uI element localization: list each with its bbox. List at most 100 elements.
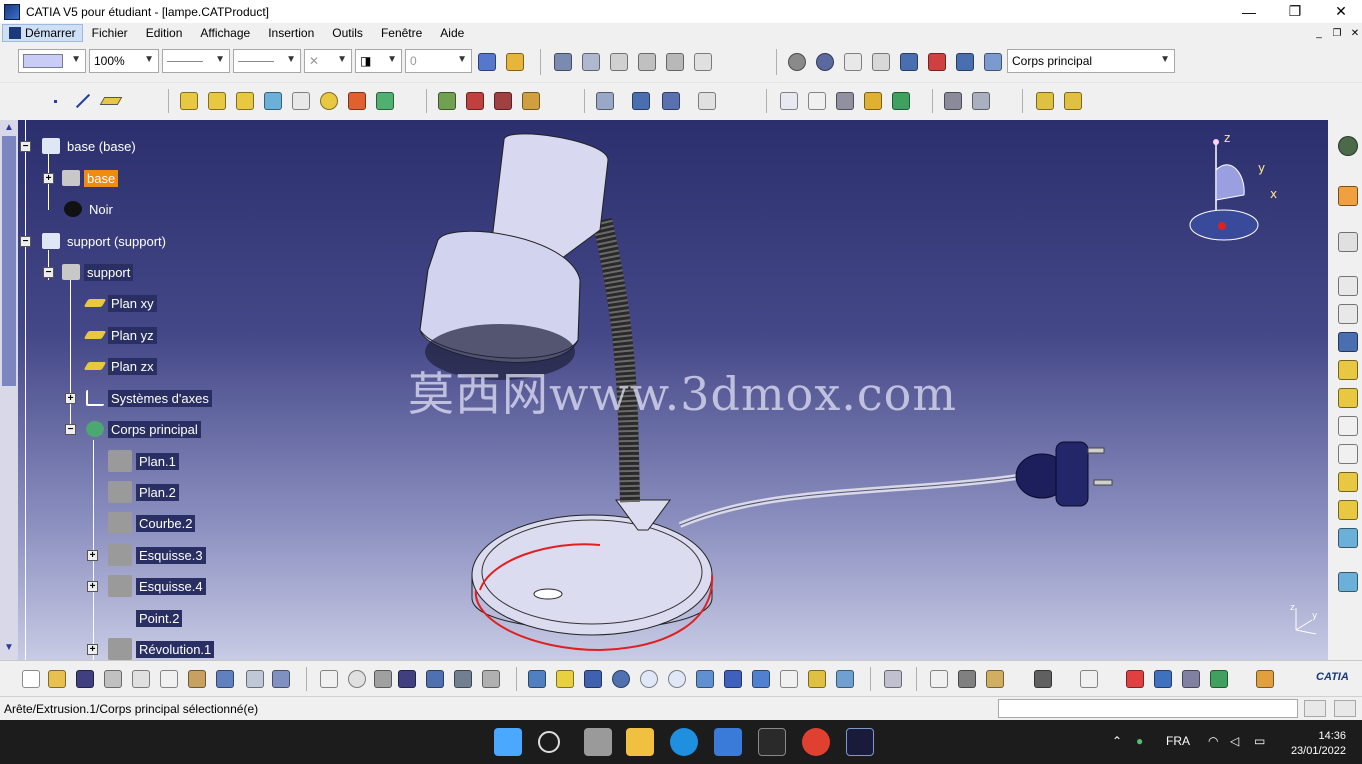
normal-view-button[interactable] [694,668,716,690]
file-explorer-icon[interactable] [626,728,654,756]
pocket-button[interactable] [206,90,228,112]
cylinder-button[interactable] [898,51,920,73]
law-button[interactable] [372,668,394,690]
paint-bucket-button[interactable] [504,51,526,73]
tree-node-base-part[interactable]: base [62,168,119,188]
workbench-button[interactable] [1254,668,1276,690]
point-button[interactable] [44,90,66,112]
stiffener-icon[interactable] [1338,444,1358,464]
3d-viewport[interactable]: ▲ ▼ base (base) − base + Noir support (s… [0,120,1328,660]
constraint-button[interactable] [926,51,948,73]
clock[interactable]: 14:36 23/01/2022 [1291,729,1346,759]
tree-expand-toggle[interactable]: + [43,173,54,184]
menu-affichage[interactable]: Affichage [191,26,259,40]
text-button[interactable] [778,90,800,112]
doc-restore-button[interactable]: ❐ [1328,25,1346,41]
redo-button[interactable] [244,668,266,690]
pad-button[interactable] [178,90,200,112]
command-input[interactable] [998,699,1298,718]
scroll-thumb[interactable] [2,136,16,386]
shading-button[interactable] [806,668,828,690]
groove-button[interactable] [262,90,284,112]
tree-collapse-toggle[interactable]: − [20,141,31,152]
zoom-out-button[interactable] [666,668,688,690]
measure-item-button[interactable] [956,668,978,690]
fit-all-button[interactable] [554,668,576,690]
open-button[interactable] [46,668,68,690]
chamfer-button[interactable] [464,90,486,112]
measure-button[interactable] [692,51,714,73]
zoom-in-button[interactable] [638,668,660,690]
select-arrow-icon[interactable] [1338,186,1358,206]
boolean-button[interactable] [970,90,992,112]
painter-button[interactable] [476,51,498,73]
battery-icon[interactable]: ▭ [1254,734,1265,748]
scroll-up-arrow[interactable]: ▲ [2,122,16,136]
doc-minimize-button[interactable]: _ [1310,25,1328,41]
knowledge-button[interactable] [346,668,368,690]
constraint-tool-button[interactable] [890,90,912,112]
table-button[interactable] [396,668,418,690]
thread-button[interactable] [834,90,856,112]
fly-mode-button[interactable] [526,668,548,690]
positioned-sketch-button[interactable] [1062,90,1084,112]
layer-select[interactable]: 0 ▼ [405,49,472,73]
scroll-down-arrow[interactable]: ▼ [2,642,16,656]
multi-view-button[interactable] [722,668,744,690]
formula-button[interactable] [318,668,340,690]
catalog-button[interactable] [424,668,446,690]
swap-space-button[interactable] [580,51,602,73]
line-button[interactable] [72,90,94,112]
gear-icon[interactable] [1338,136,1358,156]
shell-button[interactable] [520,90,542,112]
status-toggle-button[interactable] [1334,700,1356,717]
save-button[interactable] [74,668,96,690]
color-analysis-button[interactable] [1208,668,1230,690]
instantiate-button[interactable] [452,668,474,690]
hide-show-bottom-button[interactable] [882,668,904,690]
thread-analysis-button[interactable] [1180,668,1202,690]
help-button[interactable] [270,668,292,690]
body-icon-button[interactable] [982,51,1004,73]
draft-button[interactable] [492,90,514,112]
tree-node-point-2[interactable]: Point.2 [108,608,183,628]
tree-expand-toggle[interactable]: + [87,644,98,655]
undo-button[interactable] [214,668,236,690]
edge-browser-icon[interactable] [670,728,698,756]
surface-icon[interactable] [1338,572,1358,592]
lock-view-button[interactable] [664,51,686,73]
loft-icon[interactable] [1338,472,1358,492]
tray-language[interactable]: FRA [1166,734,1190,748]
volume-icon[interactable]: ◁ [1230,734,1239,748]
menu-insertion[interactable]: Insertion [259,26,323,40]
fillet-button[interactable] [436,90,458,112]
tree-node-support-part[interactable]: support [62,262,134,282]
shaft-button[interactable] [234,90,256,112]
tree-collapse-toggle[interactable]: − [65,424,76,435]
wifi-icon[interactable]: ◠ [1208,734,1218,748]
menu-outils[interactable]: Outils [323,26,372,40]
capture-button[interactable] [608,51,630,73]
rotate-view-button[interactable] [610,668,632,690]
axis-button[interactable] [842,51,864,73]
analysis-button[interactable] [1078,668,1100,690]
task-view-icon[interactable] [584,728,612,756]
update-button[interactable] [786,51,808,73]
pattern-button[interactable] [660,90,682,112]
cut-button[interactable] [130,668,152,690]
render-style-select[interactable]: ◨ ▼ [355,49,402,73]
search-icon[interactable] [538,731,560,753]
measure-between-button[interactable] [928,668,950,690]
tree-node-corps-principal[interactable]: Corps principal [86,419,201,439]
tree-node-plan-xy[interactable]: Plan xy [83,293,157,313]
maximize-button[interactable]: ❐ [1272,0,1318,23]
menu-edition[interactable]: Edition [137,26,192,40]
sketch-button[interactable] [1034,90,1056,112]
plane-button[interactable] [99,90,123,112]
tree-node-plan-1[interactable]: Plan.1 [108,450,179,472]
flag-button[interactable] [806,90,828,112]
hole-icon[interactable] [1338,360,1358,380]
chamfer-icon[interactable] [1338,528,1358,548]
windows-start-icon[interactable] [494,728,522,756]
list-button[interactable] [954,51,976,73]
